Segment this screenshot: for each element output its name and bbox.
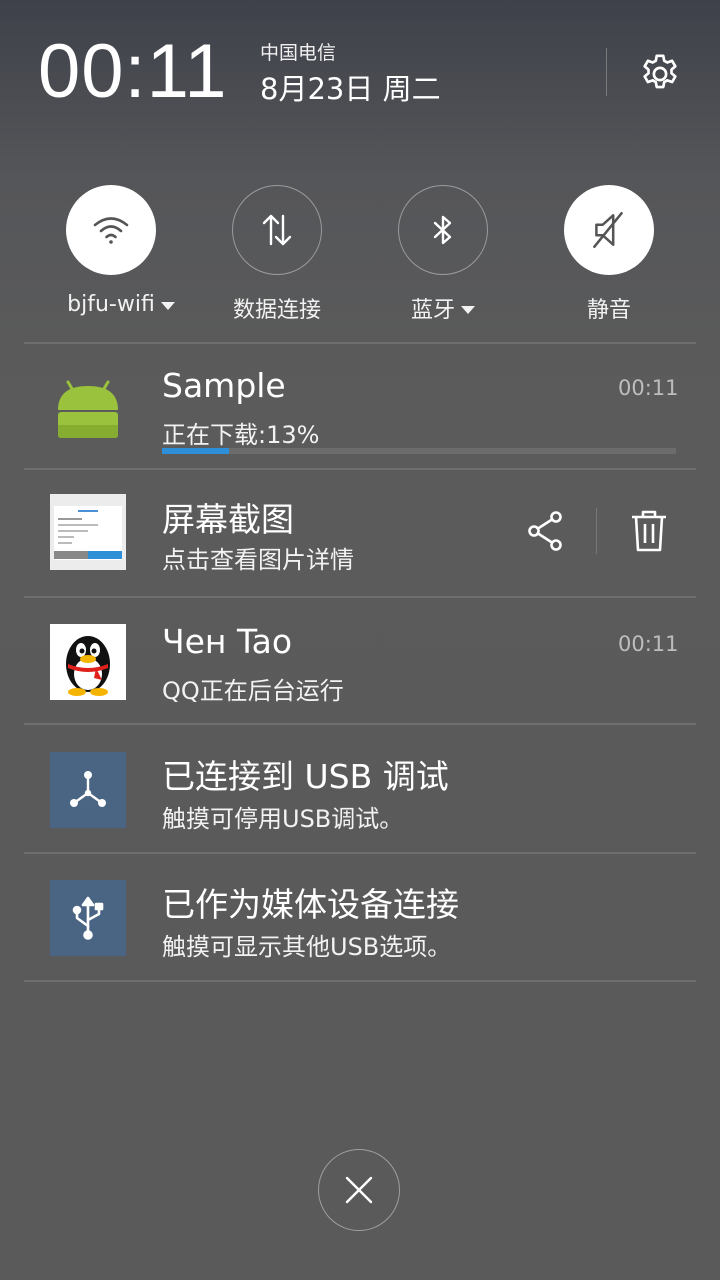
mute-toggle-label[interactable]: 静音 <box>529 292 689 324</box>
clear-all-button[interactable] <box>318 1149 400 1231</box>
trash-icon <box>632 510 666 552</box>
divider <box>24 980 696 982</box>
data-toggle[interactable] <box>232 185 322 275</box>
carrier-label: 中国电信 <box>260 42 337 64</box>
notification-subtitle: 正在下载:13% <box>162 421 320 449</box>
usb-icon <box>50 880 126 956</box>
qq-penguin-icon <box>50 624 126 700</box>
wifi-icon <box>93 217 129 244</box>
mute-icon <box>593 211 623 249</box>
notification-title: Sample <box>162 366 286 405</box>
data-toggle-label[interactable]: 数据连接 <box>197 292 357 324</box>
close-icon <box>345 1176 373 1204</box>
wifi-toggle-label[interactable]: bjfu-wifi <box>41 292 201 317</box>
gear-icon <box>643 54 677 89</box>
clock: 00:11 <box>38 29 228 114</box>
notification-title: 屏幕截图 <box>162 500 294 539</box>
action-divider <box>596 508 597 554</box>
notification-subtitle: QQ正在后台运行 <box>162 677 344 705</box>
notification-subtitle: 点击查看图片详情 <box>162 546 354 574</box>
share-button[interactable] <box>520 506 570 556</box>
share-icon <box>528 511 562 551</box>
notification-title: Чен Tao <box>162 622 293 661</box>
date-label: 8月23日 周二 <box>260 72 441 106</box>
notification-time: 00:11 <box>618 632 679 656</box>
bluetooth-icon <box>433 215 452 245</box>
data-arrows-icon <box>262 214 292 246</box>
bluetooth-toggle-label[interactable]: 蓝牙 <box>363 292 523 324</box>
screenshot-thumbnail <box>50 494 126 570</box>
delete-button[interactable] <box>624 506 674 556</box>
notification-title: 已作为媒体设备连接 <box>162 885 459 924</box>
download-progress-fill <box>162 448 229 454</box>
usb-debug-icon <box>50 752 126 828</box>
chevron-down-icon <box>160 302 175 310</box>
notification-title: 已连接到 USB 调试 <box>162 757 449 796</box>
android-icon <box>50 370 126 446</box>
download-progress-bar <box>162 448 676 454</box>
settings-button[interactable] <box>632 46 688 102</box>
mute-toggle[interactable] <box>564 185 654 275</box>
chevron-down-icon <box>461 305 475 314</box>
notification-time: 00:11 <box>618 376 679 400</box>
wifi-toggle[interactable] <box>66 185 156 275</box>
header-divider <box>606 48 607 96</box>
notification-subtitle: 触摸可停用USB调试。 <box>162 805 404 833</box>
notification-subtitle: 触摸可显示其他USB选项。 <box>162 933 452 961</box>
bluetooth-toggle[interactable] <box>398 185 488 275</box>
